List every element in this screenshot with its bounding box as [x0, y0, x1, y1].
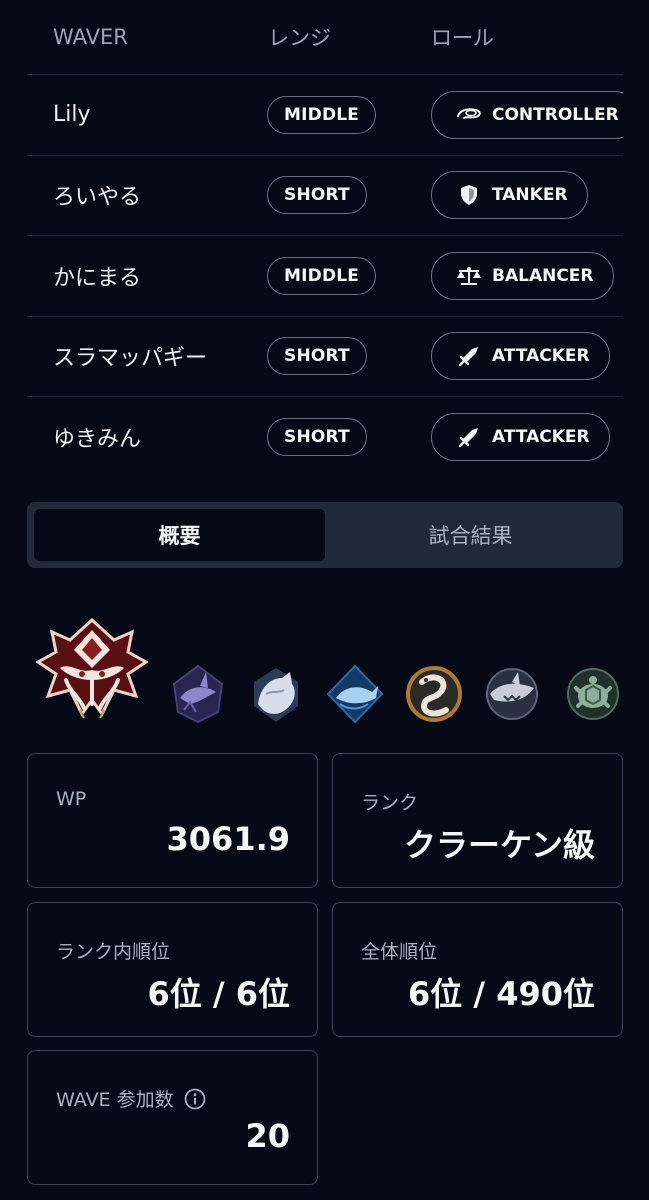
range-pill: SHORT [267, 337, 367, 376]
eel-emblem-icon[interactable] [406, 664, 462, 728]
wave-count-value: 20 [245, 1117, 290, 1155]
controller-icon [456, 104, 482, 126]
wave-count-card: WAVE 参加数 20 [27, 1050, 318, 1185]
sword-icon [456, 426, 482, 448]
tab-match-results[interactable]: 試合結果 [325, 509, 616, 561]
role-pill: CONTROLLER [431, 90, 623, 139]
table-header: WAVER レンジ ロール [27, 0, 623, 75]
overall-position-card: 全体順位 6位 / 490位 [332, 902, 623, 1037]
rank-value: クラーケン級 [403, 826, 595, 864]
role-label: TANKER [492, 185, 568, 206]
role-label: ATTACKER [492, 427, 590, 448]
role-pill: ATTACKER [431, 413, 610, 462]
rank-card: ランク クラーケン級 [332, 753, 623, 888]
role-label: BALANCER [492, 265, 594, 286]
tab-overview[interactable]: 概要 [34, 509, 325, 561]
wp-value: 3061.9 [166, 820, 290, 858]
white-wolf-emblem-icon[interactable] [248, 664, 304, 728]
header-waver: WAVER [53, 25, 128, 49]
role-label: ATTACKER [492, 346, 590, 367]
rank-position-value: 6位 / 6位 [147, 975, 290, 1013]
team-table: WAVER レンジ ロール Lily MIDDLE CONTROLLER ろいや… [27, 0, 623, 478]
sword-icon [456, 345, 482, 367]
wp-card: WP 3061.9 [27, 753, 318, 888]
wp-label: WP [56, 788, 87, 810]
role-label: CONTROLLER [492, 104, 619, 125]
table-row[interactable]: かにまる MIDDLE BALANCER [27, 236, 623, 317]
shield-icon [456, 184, 482, 206]
range-pill: SHORT [267, 176, 367, 215]
table-row[interactable]: Lily MIDDLE CONTROLLER [27, 75, 623, 156]
rank-position-card: ランク内順位 6位 / 6位 [27, 902, 318, 1037]
turtle-emblem-icon[interactable] [564, 664, 622, 728]
wave-count-label-row: WAVE 参加数 [56, 1085, 206, 1112]
tab-bar: 概要 試合結果 [27, 502, 623, 568]
waver-name[interactable]: Lily [27, 102, 267, 127]
role-pill: BALANCER [431, 251, 614, 300]
range-pill: MIDDLE [267, 95, 377, 134]
rank-label: ランク [361, 792, 419, 814]
info-icon[interactable] [184, 1088, 206, 1110]
overall-position-value: 6位 / 490位 [407, 975, 595, 1013]
header-role: ロール [431, 26, 494, 50]
player-detail-page: WAVER レンジ ロール Lily MIDDLE CONTROLLER ろいや… [0, 0, 649, 1200]
grey-shark-emblem-icon[interactable] [484, 664, 540, 728]
range-pill: SHORT [267, 418, 367, 457]
waver-name[interactable]: かにまる [27, 260, 267, 292]
overall-position-label: 全体順位 [361, 941, 438, 963]
table-row[interactable]: ゆきみん SHORT ATTACKER [27, 397, 623, 478]
purple-shark-emblem-icon[interactable] [170, 662, 226, 728]
role-pill: TANKER [431, 171, 588, 220]
scales-icon [456, 265, 482, 287]
table-row[interactable]: スラマッパギー SHORT ATTACKER [27, 317, 623, 397]
rank-emblem-row [35, 617, 626, 728]
waver-name[interactable]: ゆきみん [27, 421, 267, 453]
wave-count-label: WAVE 参加数 [56, 1089, 174, 1111]
header-range: レンジ [268, 26, 331, 50]
role-pill: ATTACKER [431, 332, 610, 381]
table-row[interactable]: ろいやる SHORT TANKER [27, 156, 623, 236]
blue-whale-emblem-icon[interactable] [326, 664, 384, 728]
range-pill: MIDDLE [267, 256, 377, 295]
rank-position-label: ランク内順位 [56, 941, 171, 963]
waver-name[interactable]: スラマッパギー [27, 340, 267, 372]
kraken-rank-emblem-icon[interactable] [35, 617, 149, 726]
waver-name[interactable]: ろいやる [27, 179, 267, 211]
